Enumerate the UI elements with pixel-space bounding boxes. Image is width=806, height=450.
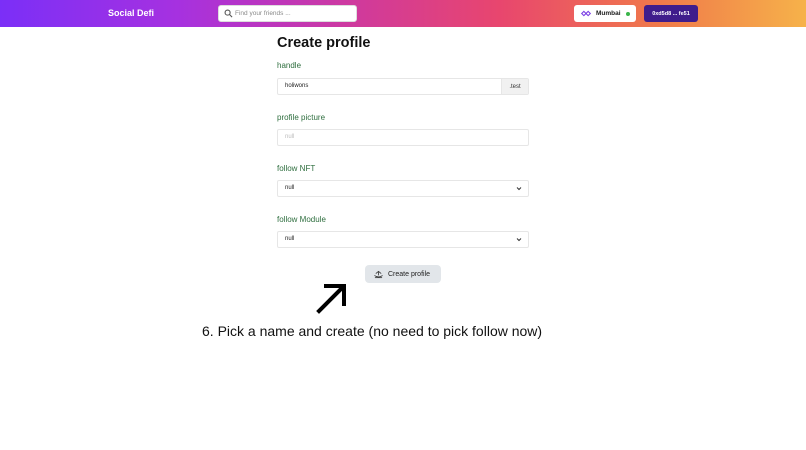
top-navbar: Social Defi Mumbai 0xd5d8 ... fe51 bbox=[0, 0, 806, 27]
handle-value: holiwons bbox=[285, 83, 309, 89]
mint-icon bbox=[374, 270, 383, 278]
chevron-down-icon bbox=[516, 238, 522, 242]
search-icon bbox=[224, 9, 233, 18]
network-selector[interactable]: Mumbai bbox=[574, 5, 636, 22]
profile-picture-input[interactable]: null bbox=[277, 129, 529, 146]
handle-suffix: .test bbox=[501, 79, 528, 94]
polygon-icon bbox=[580, 10, 592, 17]
search-box[interactable] bbox=[218, 5, 357, 22]
page-title: Create profile bbox=[277, 35, 371, 51]
follow-module-label: follow Module bbox=[277, 215, 326, 224]
brand-logo-text[interactable]: Social Defi bbox=[108, 8, 154, 18]
network-status-dot bbox=[625, 11, 630, 16]
profile-picture-placeholder: null bbox=[285, 134, 295, 140]
create-profile-button[interactable]: Create profile bbox=[365, 265, 441, 283]
follow-nft-label: follow NFT bbox=[277, 164, 316, 173]
handle-label: handle bbox=[277, 61, 302, 70]
follow-module-value: null bbox=[285, 236, 295, 242]
profile-picture-label: profile picture bbox=[277, 113, 326, 122]
handle-input[interactable]: holiwons .test bbox=[277, 78, 529, 95]
create-profile-label: Create profile bbox=[388, 270, 431, 278]
follow-module-select[interactable]: null bbox=[277, 231, 529, 248]
network-label: Mumbai bbox=[596, 10, 621, 17]
chevron-down-icon bbox=[516, 187, 522, 191]
follow-nft-value: null bbox=[285, 185, 295, 191]
wallet-address-button[interactable]: 0xd5d8 ... fe51 bbox=[644, 5, 698, 22]
arrow-up-right-icon bbox=[316, 284, 346, 314]
tutorial-caption: 6. Pick a name and create (no need to pi… bbox=[202, 323, 543, 339]
follow-nft-select[interactable]: null bbox=[277, 180, 529, 197]
search-input[interactable] bbox=[235, 7, 353, 20]
